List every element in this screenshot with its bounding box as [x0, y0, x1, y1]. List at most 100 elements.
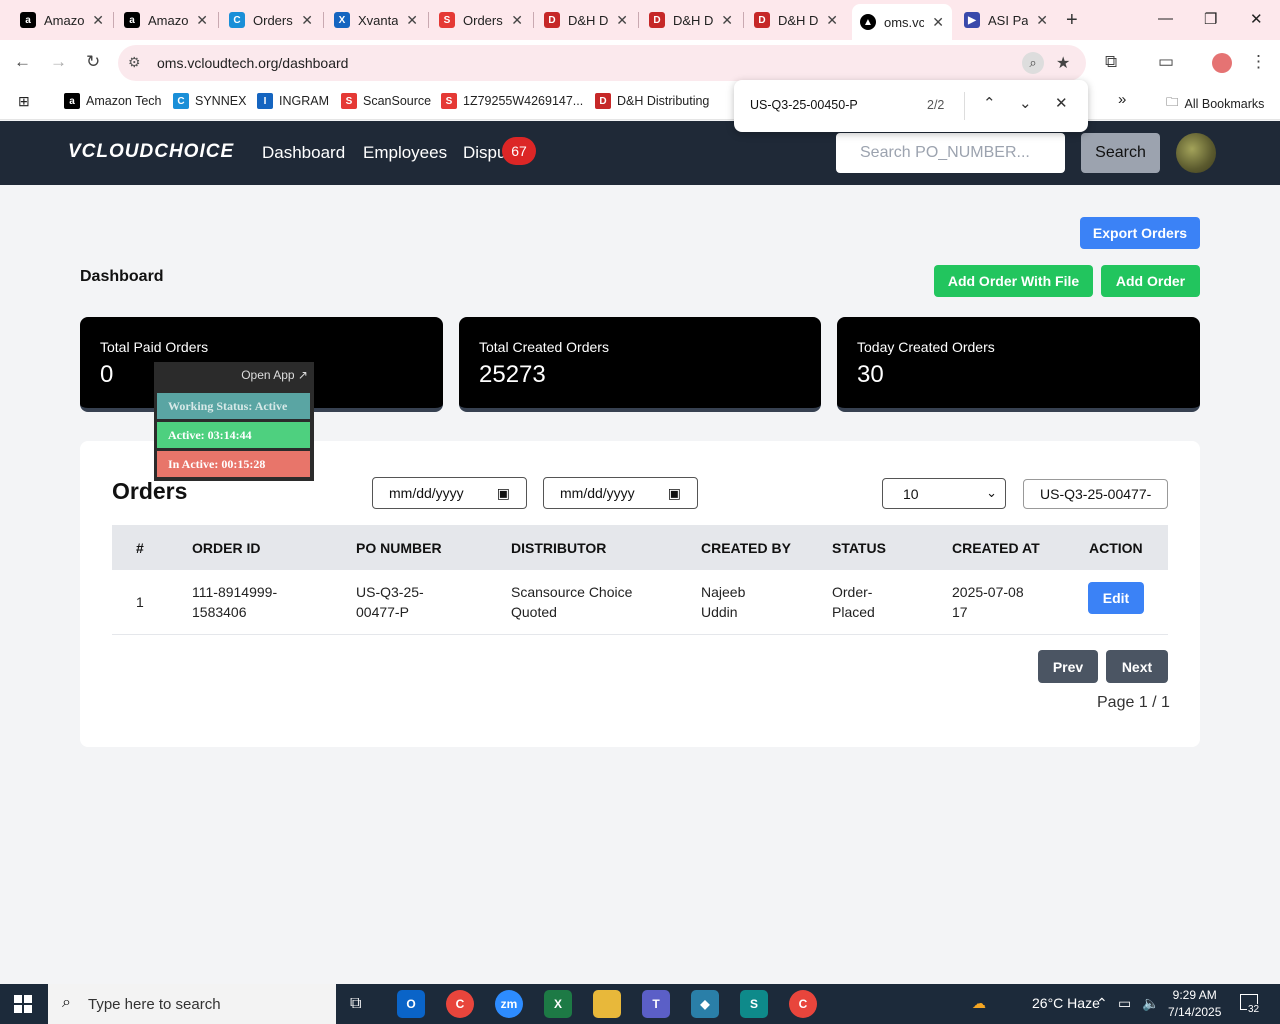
bookmark-item[interactable]: S 1Z79255W4269147... — [441, 93, 583, 109]
app-logo[interactable]: VCLOUDCHOICE — [68, 141, 234, 163]
working-status-row: Working Status: Active — [157, 393, 310, 419]
table-header: # ORDER ID PO NUMBER DISTRIBUTOR CREATED… — [112, 525, 1168, 570]
minimize-icon[interactable]: — — [1158, 10, 1173, 27]
dispute-count-badge: 67 — [502, 137, 536, 165]
date-to-input[interactable]: mm/dd/yyyy ▣ — [543, 477, 698, 509]
close-tab-icon[interactable]: ✕ — [826, 12, 838, 29]
sublime-icon[interactable]: S — [740, 990, 768, 1018]
weather-icon[interactable]: ☁ — [972, 995, 986, 1012]
browser-tab[interactable]: DD&H Distributing✕ — [746, 6, 846, 34]
browser-tab[interactable]: C Orders ✕ — [221, 6, 321, 34]
restore-icon[interactable]: ❐ — [1204, 10, 1217, 28]
po-filter-input[interactable]: US-Q3-25-00477- — [1023, 479, 1168, 509]
tab-search-icon[interactable]: ▭ — [1158, 52, 1174, 72]
chrome-active-icon[interactable]: C — [789, 990, 817, 1018]
tray-chevron-icon[interactable]: ⌃ — [1096, 995, 1108, 1012]
close-tab-icon[interactable]: ✕ — [721, 12, 733, 29]
close-tab-icon[interactable]: ✕ — [196, 12, 208, 29]
browser-tab-active[interactable]: ▲oms.vcloudtech.org✕ — [852, 4, 952, 40]
profile-avatar[interactable] — [1212, 53, 1232, 73]
excel-icon[interactable]: X — [544, 990, 572, 1018]
export-orders-button[interactable]: Export Orders — [1080, 217, 1200, 249]
date-from-input[interactable]: mm/dd/yyyy ▣ — [372, 477, 527, 509]
user-avatar[interactable] — [1176, 133, 1216, 173]
stat-card-today-orders: Today Created Orders 30 — [837, 317, 1200, 412]
browser-tab[interactable]: DD&H Distributing✕ — [536, 6, 636, 34]
menu-icon[interactable]: ⋮ — [1250, 52, 1267, 72]
bookmark-star-icon[interactable]: ★ — [1056, 53, 1070, 73]
forward-icon[interactable]: → — [50, 52, 67, 72]
stat-card-created-orders: Total Created Orders 25273 — [459, 317, 821, 412]
apps-grid-icon[interactable]: ⊞ — [18, 93, 30, 110]
url-text[interactable]: oms.vcloudtech.org/dashboard — [157, 55, 348, 71]
close-tab-icon[interactable]: ✕ — [932, 14, 944, 31]
edit-button[interactable]: Edit — [1088, 582, 1144, 614]
browser-tab[interactable]: ▶ASI Partner✕ — [956, 6, 1056, 34]
nav-dashboard[interactable]: Dashboard — [262, 143, 345, 163]
all-bookmarks[interactable]: 🗀 All Bookmarks — [1166, 93, 1264, 114]
bookmark-item[interactable]: D D&H Distributing — [595, 93, 709, 109]
amazon-icon: a — [64, 93, 80, 109]
search-button[interactable]: Search — [1081, 133, 1160, 173]
browser-tab[interactable]: aAmazon✕ — [116, 6, 216, 34]
po-search-input[interactable] — [836, 133, 1065, 173]
clock[interactable]: 9:29 AM 7/14/2025 — [1168, 987, 1221, 1021]
close-tab-icon[interactable]: ✕ — [301, 12, 313, 29]
chrome-icon[interactable]: C — [446, 990, 474, 1018]
zoom-icon[interactable]: zm — [495, 990, 523, 1018]
close-tab-icon[interactable]: ✕ — [511, 12, 523, 29]
outlook-icon[interactable]: O — [397, 990, 425, 1018]
page-title: Dashboard — [80, 268, 164, 285]
page-size-select[interactable]: 10 ⌄ — [882, 478, 1006, 509]
file-explorer-icon[interactable] — [593, 990, 621, 1018]
bookmark-item[interactable]: a Amazon Tech — [64, 93, 162, 109]
teams-icon[interactable]: T — [642, 990, 670, 1018]
back-icon[interactable]: ← — [14, 52, 31, 72]
more-bookmarks-icon[interactable]: » — [1118, 91, 1126, 108]
volume-icon[interactable]: 🔈 — [1142, 995, 1159, 1012]
browser-tab[interactable]: XXvantage✕ — [326, 6, 426, 34]
site-info-icon[interactable]: ⚙ — [128, 54, 141, 71]
find-next-icon[interactable]: ⌄ — [1019, 94, 1032, 112]
inactive-time-row: In Active: 00:15:28 — [157, 451, 310, 477]
browser-tab[interactable]: DD&H Distributing✕ — [641, 6, 741, 34]
close-tab-icon[interactable]: ✕ — [1036, 12, 1048, 29]
add-order-with-file-button[interactable]: Add Order With File — [934, 265, 1093, 297]
extensions-icon[interactable]: ⧉ — [1105, 52, 1117, 72]
app-diamond-icon[interactable]: ◆ — [691, 990, 719, 1018]
windows-start-icon[interactable] — [14, 995, 32, 1013]
window-close-icon[interactable]: ✕ — [1250, 10, 1263, 28]
open-app-link[interactable]: Open App ↗ — [241, 368, 308, 382]
table-row: 1 111-8914999- 1583406 US-Q3-25- 00477-P S… — [112, 570, 1168, 635]
calendar-icon[interactable]: ▣ — [668, 485, 681, 502]
close-tab-icon[interactable]: ✕ — [92, 12, 104, 29]
notification-count: 32 — [1247, 1004, 1261, 1015]
nav-disputes[interactable]: Dispu — [463, 143, 506, 163]
calendar-icon[interactable]: ▣ — [497, 485, 510, 502]
find-close-icon[interactable]: ✕ — [1055, 94, 1068, 112]
taskbar-search[interactable]: ⌕ Type here to search — [48, 984, 336, 1024]
col-created-by: CREATED BY — [701, 540, 791, 556]
bookmark-item[interactable]: C SYNNEX — [173, 93, 246, 109]
browser-toolbar: ← → ↻ ⚙ oms.vcloudtech.org/dashboard ⌕ ★… — [0, 40, 1280, 86]
next-button[interactable]: Next — [1106, 650, 1168, 683]
browser-tab[interactable]: aAmazon✕ — [12, 6, 112, 34]
find-previous-icon[interactable]: ⌃ — [983, 94, 996, 112]
close-tab-icon[interactable]: ✕ — [616, 12, 628, 29]
address-bar[interactable]: ⚙ oms.vcloudtech.org/dashboard ⌕ ★ — [118, 45, 1086, 81]
close-tab-icon[interactable]: ✕ — [406, 12, 418, 29]
weather-text[interactable]: 26°C Haze — [1032, 995, 1100, 1011]
find-input[interactable]: US-Q3-25-00450-P — [750, 98, 858, 112]
task-view-icon[interactable]: ⧉ — [350, 995, 361, 1013]
add-order-button[interactable]: Add Order — [1101, 265, 1200, 297]
reload-icon[interactable]: ↻ — [86, 52, 100, 72]
nav-employees[interactable]: Employees — [363, 143, 447, 163]
prev-button[interactable]: Prev — [1038, 650, 1098, 683]
bookmark-item[interactable]: I INGRAM — [257, 93, 329, 109]
bookmark-item[interactable]: S ScanSource — [341, 93, 431, 109]
network-icon[interactable]: ▭ — [1118, 995, 1131, 1012]
browser-tab[interactable]: S Orders ✕ — [431, 6, 531, 34]
dh-icon: D — [544, 12, 560, 28]
new-tab-icon[interactable]: + — [1066, 9, 1078, 32]
find-in-page-icon[interactable]: ⌕ — [1022, 52, 1044, 74]
